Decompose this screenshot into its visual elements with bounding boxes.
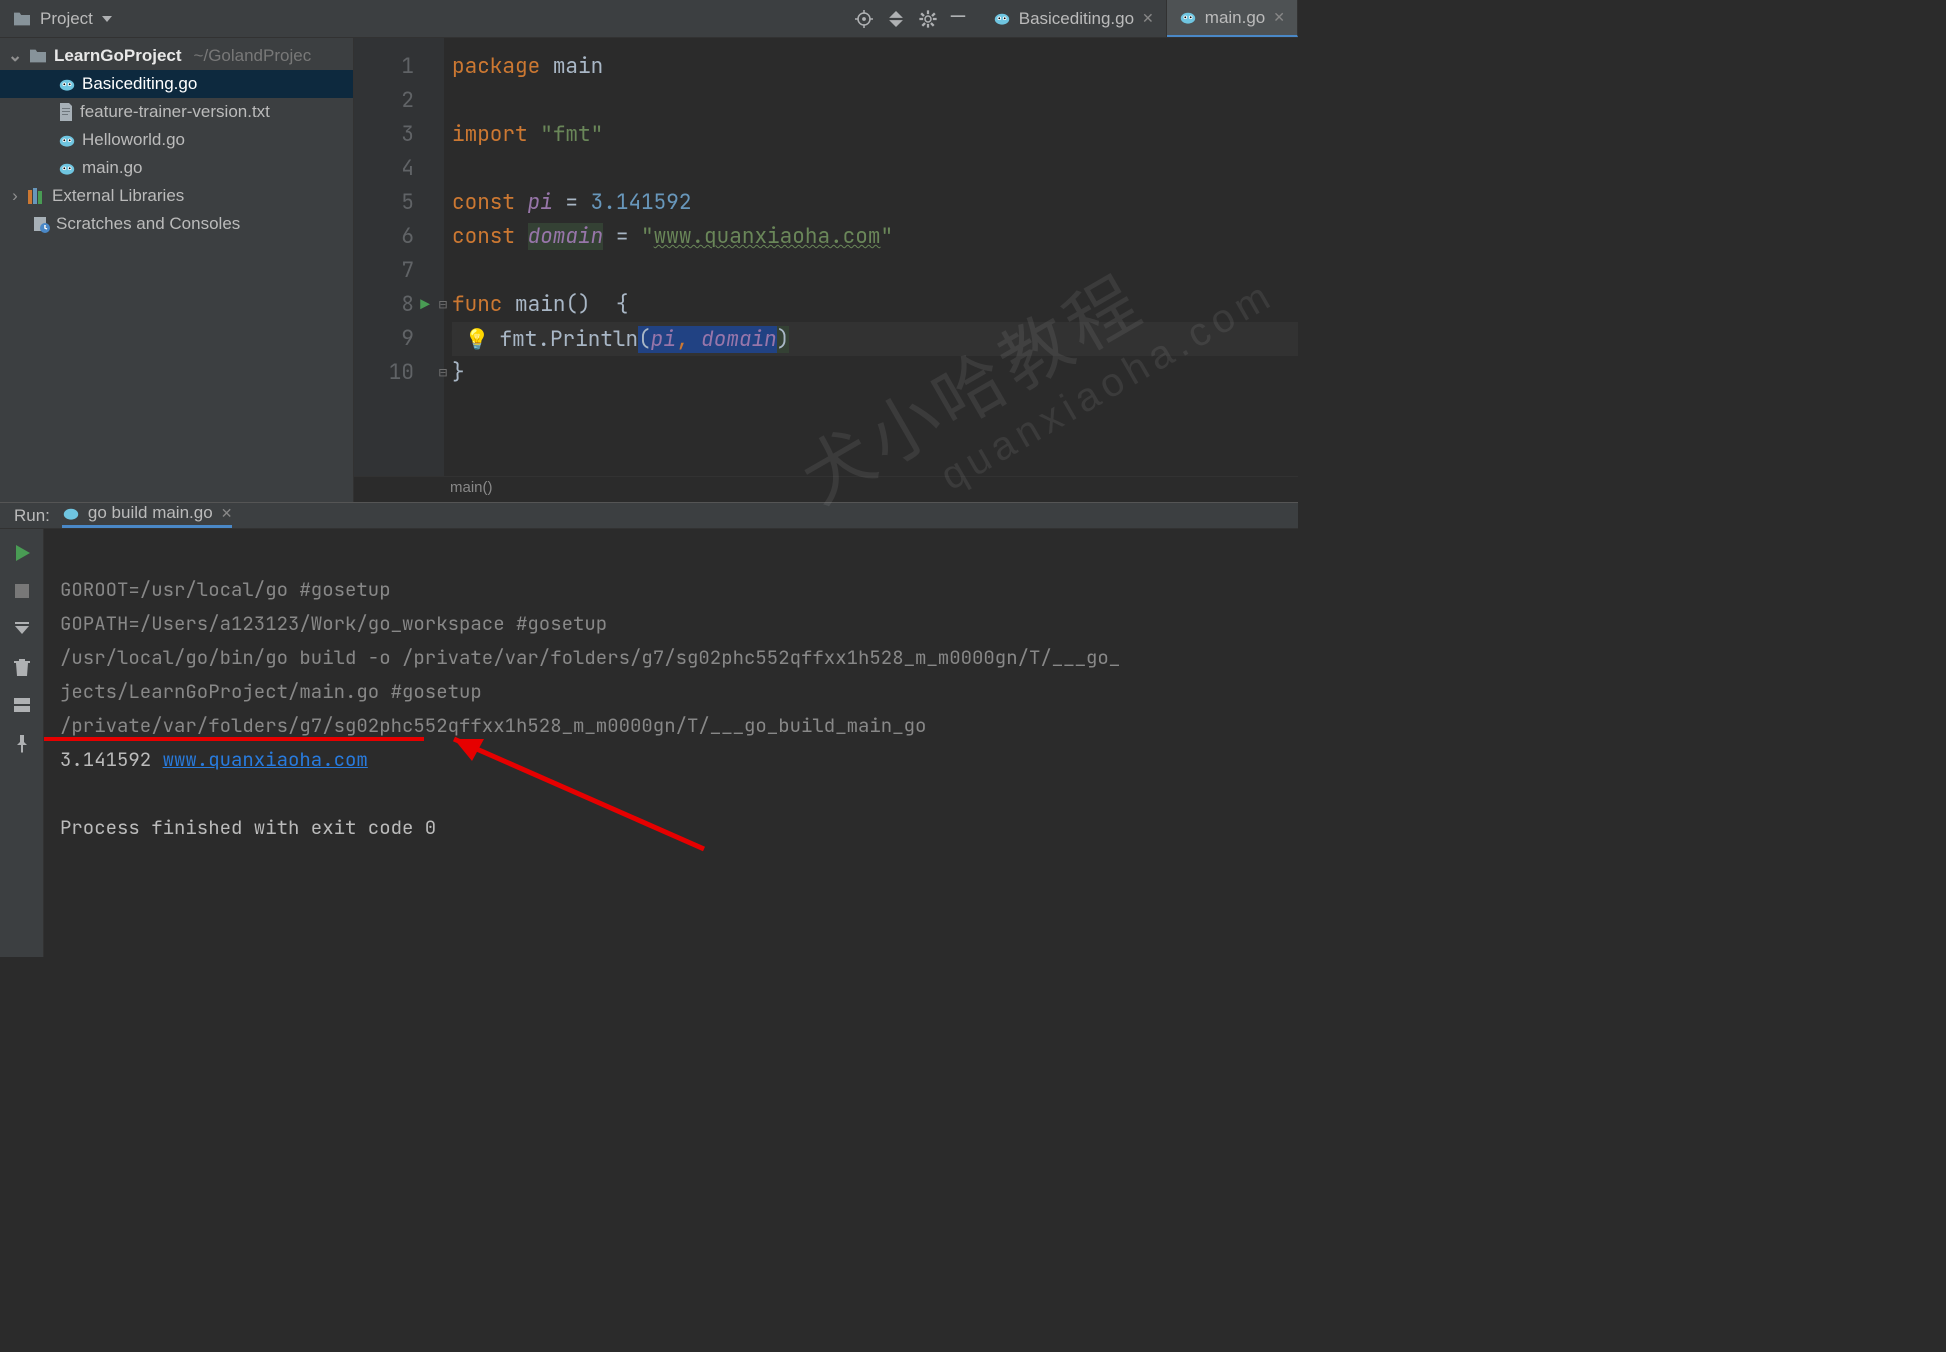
line-number: 1 (354, 50, 414, 84)
line-number: 10 (354, 356, 414, 390)
go-file-icon (1179, 11, 1197, 25)
line-number: 6 (354, 220, 414, 254)
tab-label: main.go (1205, 8, 1265, 28)
expand-all-icon[interactable] (887, 10, 905, 28)
pin-icon[interactable] (12, 733, 32, 753)
go-file-icon (58, 161, 76, 175)
annotation-underline (44, 737, 424, 741)
console-output-value: 3.141592 (60, 747, 163, 772)
tab-label: Basicediting.go (1019, 9, 1134, 29)
run-toolbar (0, 529, 44, 957)
go-file-icon (993, 12, 1011, 26)
close-icon[interactable]: ✕ (1273, 9, 1285, 26)
console-line: /usr/local/go/bin/go build -o /private/v… (60, 645, 1120, 670)
layout-icon[interactable] (12, 695, 32, 715)
line-number: 2 (354, 84, 414, 118)
text-file-icon (58, 103, 74, 121)
file-label: Basicediting.go (82, 74, 197, 94)
go-file-icon (62, 506, 80, 520)
console-exit-line: Process finished with exit code 0 (60, 815, 436, 840)
line-number: 3 (354, 118, 414, 152)
project-name: LearnGoProject (54, 46, 182, 66)
tree-file-basicediting[interactable]: Basicediting.go (0, 70, 353, 98)
library-icon (28, 188, 46, 204)
close-icon[interactable]: ✕ (221, 505, 233, 522)
line-number: 4 (354, 152, 414, 186)
scratches-icon (32, 215, 50, 233)
console-line: /private/var/folders/g7/sg02phc552qffxx1… (60, 713, 926, 738)
tab-basicediting[interactable]: Basicediting.go ✕ (981, 0, 1167, 37)
minimize-icon[interactable]: — (951, 10, 969, 28)
intention-bulb-icon[interactable]: 💡 (465, 326, 490, 352)
project-label: Project (40, 9, 93, 29)
line-number: 7 (354, 254, 414, 288)
gear-icon[interactable] (919, 10, 937, 28)
console-line: GOPATH=/Users/a123123/Work/go_workspace … (60, 611, 607, 636)
tree-external-libraries[interactable]: › External Libraries (0, 182, 353, 210)
trash-icon[interactable] (12, 657, 32, 677)
go-file-icon (58, 77, 76, 91)
console-line: jects/LearnGoProject/main.go #gosetup (60, 679, 482, 704)
console-line: GOROOT=/usr/local/go #gosetup (60, 577, 391, 602)
tree-file-helloworld[interactable]: Helloworld.go (0, 126, 353, 154)
line-number: 9 (354, 322, 414, 356)
scratches-label: Scratches and Consoles (56, 214, 240, 234)
external-libraries-label: External Libraries (52, 186, 184, 206)
folder-icon (28, 48, 48, 64)
line-number: 5 (354, 186, 414, 220)
breadcrumb[interactable]: main() (354, 476, 1298, 502)
tree-project-root[interactable]: ⌄ LearnGoProject ~/GolandProjec (0, 42, 353, 70)
file-label: main.go (82, 158, 142, 178)
line-number: 8 (354, 288, 414, 322)
tree-file-main[interactable]: main.go (0, 154, 353, 182)
tree-scratches[interactable]: Scratches and Consoles (0, 210, 353, 238)
run-console[interactable]: GOROOT=/usr/local/go #gosetup GOPATH=/Us… (44, 529, 1298, 957)
run-tab[interactable]: go build main.go ✕ (62, 503, 233, 528)
down-icon[interactable] (12, 619, 32, 639)
code-editor[interactable]: 1 2 3 4 5 6 7 8 9 10 ▶ (354, 38, 1298, 476)
file-label: Helloworld.go (82, 130, 185, 150)
chevron-down-icon[interactable]: ⌄ (8, 46, 22, 66)
go-file-icon (58, 133, 76, 147)
chevron-down-icon (101, 13, 113, 25)
project-path: ~/GolandProjec (194, 46, 312, 66)
locate-icon[interactable] (855, 10, 873, 28)
console-link[interactable]: www.quanxiaoha.com (163, 747, 368, 772)
run-icon[interactable] (12, 543, 32, 563)
project-dropdown[interactable]: Project (0, 0, 125, 37)
run-tab-label: go build main.go (88, 503, 213, 523)
project-tree[interactable]: ⌄ LearnGoProject ~/GolandProjec Basicedi… (0, 38, 354, 502)
tree-file-feature-trainer[interactable]: feature-trainer-version.txt (0, 98, 353, 126)
chevron-right-icon[interactable]: › (8, 186, 22, 206)
run-label: Run: (14, 506, 50, 526)
annotation-arrow (424, 719, 724, 859)
stop-icon[interactable] (12, 581, 32, 601)
folder-icon (12, 11, 32, 27)
file-label: feature-trainer-version.txt (80, 102, 270, 122)
line-number-gutter[interactable]: 1 2 3 4 5 6 7 8 9 10 ▶ (354, 38, 444, 476)
close-icon[interactable]: ✕ (1142, 10, 1154, 27)
tab-main[interactable]: main.go ✕ (1167, 0, 1298, 37)
